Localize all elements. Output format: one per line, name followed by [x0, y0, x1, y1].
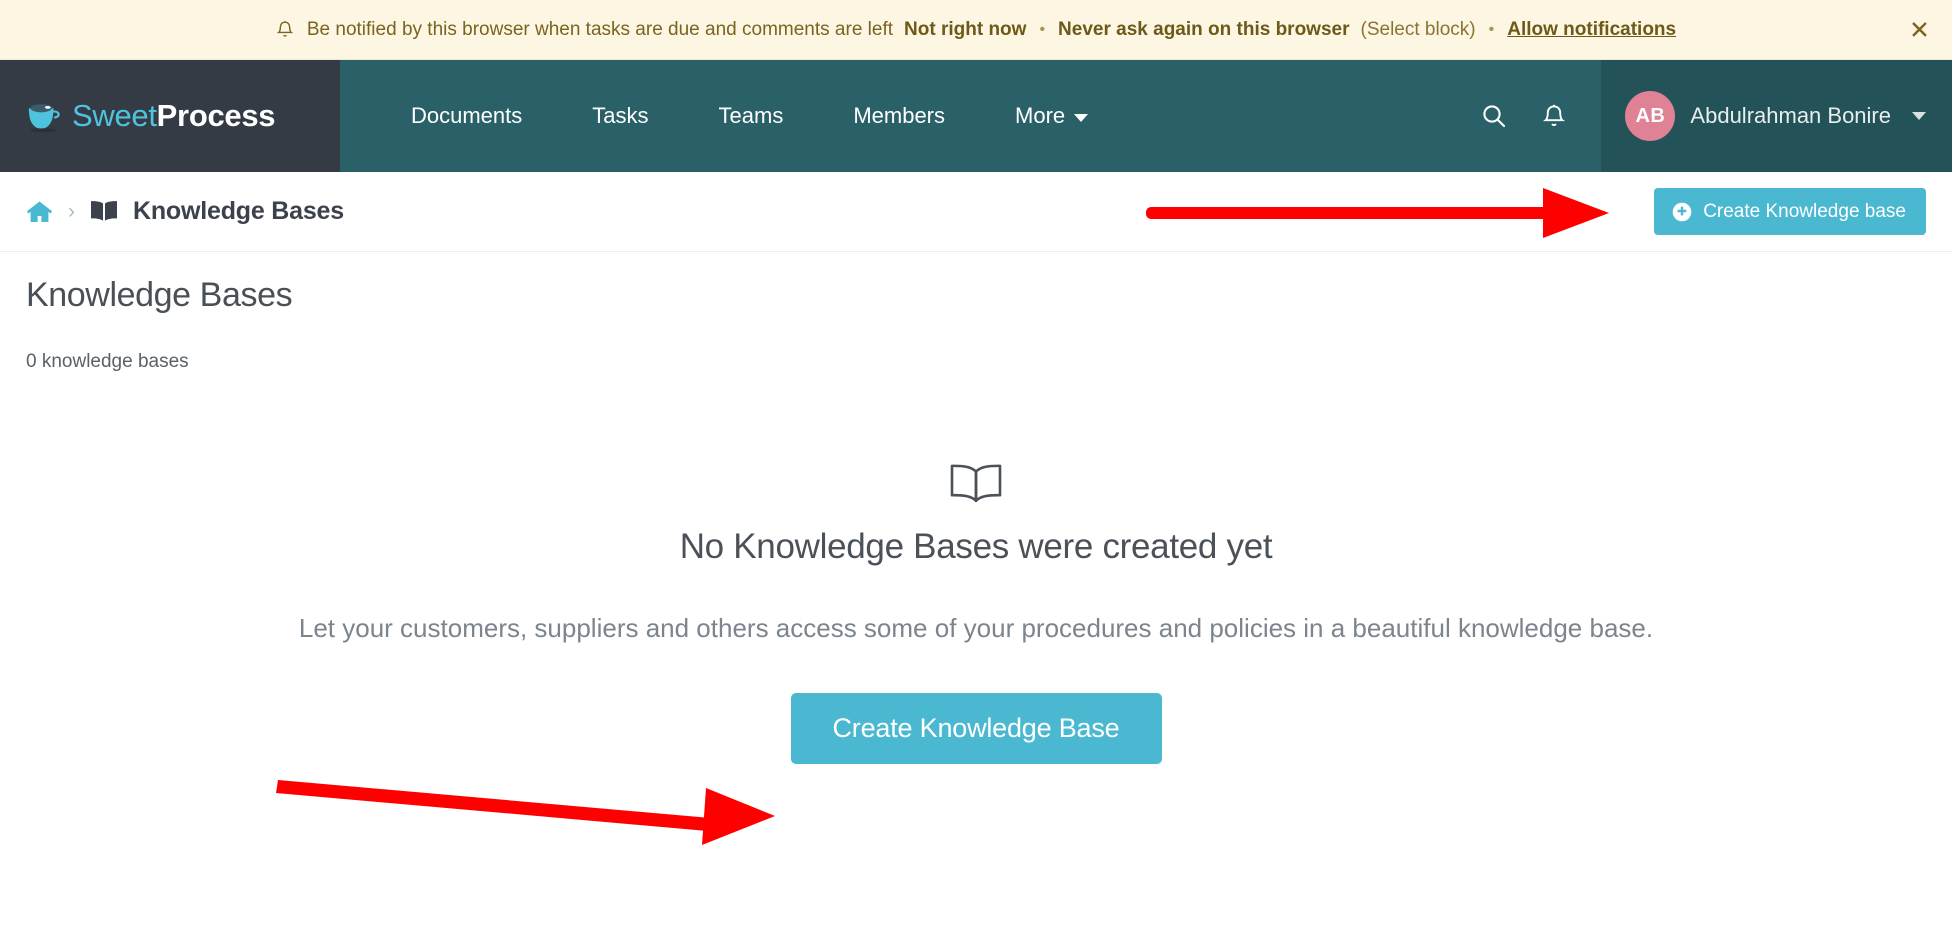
nav-item-label: Teams: [718, 103, 784, 128]
create-knowledge-base-cta[interactable]: Create Knowledge Base: [790, 692, 1162, 764]
logo-text: SweetProcess: [72, 98, 276, 134]
nav-item-label: More: [1015, 103, 1066, 128]
user-name: Abdulrahman Bonire: [1690, 103, 1891, 128]
logo-text-sweet: Sweet: [72, 98, 157, 133]
home-icon[interactable]: [26, 200, 53, 224]
breadcrumb-bar: › Knowledge Bases Create Knowledge base: [0, 172, 1952, 252]
browser-notification-bar: Be notified by this browser when tasks a…: [0, 0, 1952, 60]
nav-items: Documents Tasks Teams Members More: [340, 60, 1477, 172]
brand-block: SweetProcess: [0, 60, 340, 172]
nav-item-teams[interactable]: Teams: [684, 60, 819, 172]
nav-item-members[interactable]: Members: [818, 60, 980, 172]
allow-notifications-link[interactable]: Allow notifications: [1507, 19, 1676, 41]
chevron-down-icon: [1912, 112, 1926, 120]
user-menu[interactable]: AB Abdulrahman Bonire: [1601, 60, 1952, 172]
nav-item-label: Tasks: [592, 103, 649, 128]
notification-message: Be notified by this browser when tasks a…: [306, 18, 894, 40]
page-content: Knowledge Bases 0 knowledge bases No Kno…: [0, 252, 1952, 952]
chevron-down-icon: [1074, 113, 1089, 122]
notifications-bell-icon[interactable]: [1537, 99, 1571, 133]
nav-item-tasks[interactable]: Tasks: [557, 60, 683, 172]
separator-dot-2: •: [1488, 20, 1495, 38]
nav-actions: [1477, 60, 1601, 172]
never-ask-again-hint: (Select block): [1360, 18, 1476, 40]
page-title: Knowledge Bases: [26, 276, 293, 314]
create-knowledge-base-button-top[interactable]: Create Knowledge base: [1654, 188, 1926, 235]
avatar: AB: [1625, 91, 1676, 141]
search-icon[interactable]: [1477, 99, 1511, 133]
knowledge-base-count: 0 knowledge bases: [26, 351, 189, 372]
nav-item-documents[interactable]: Documents: [376, 60, 557, 172]
main-navigation-bar: SweetProcess Documents Tasks Teams Membe…: [0, 60, 1952, 172]
separator-dot: •: [1039, 20, 1046, 38]
cta-wrapper: Create Knowledge Base: [26, 692, 1926, 764]
close-icon[interactable]: ✕: [1909, 17, 1930, 42]
plus-circle-icon: [1672, 202, 1692, 222]
empty-state-title: No Knowledge Bases were created yet: [679, 527, 1273, 566]
breadcrumb: › Knowledge Bases: [26, 197, 344, 226]
never-ask-again-action[interactable]: Never ask again on this browser: [1058, 19, 1349, 41]
nav-item-label: Members: [853, 103, 946, 128]
coffee-cup-icon: [25, 100, 63, 133]
logo-text-process: Process: [156, 98, 276, 133]
not-right-now-action[interactable]: Not right now: [904, 19, 1026, 41]
bell-icon: [276, 20, 294, 40]
empty-state: No Knowledge Bases were created yet Let …: [26, 373, 1926, 764]
breadcrumb-label: Knowledge Bases: [133, 197, 344, 225]
create-knowledge-base-button-label: Create Knowledge base: [1703, 200, 1906, 222]
empty-state-description: Let your customers, suppliers and others…: [298, 613, 1654, 643]
sweetprocess-logo[interactable]: SweetProcess: [25, 98, 276, 134]
breadcrumb-separator: ›: [68, 199, 75, 223]
open-book-icon: [26, 461, 1926, 505]
nav-item-more[interactable]: More: [980, 60, 1123, 172]
book-icon: [90, 200, 118, 223]
nav-item-label: Documents: [411, 103, 523, 128]
